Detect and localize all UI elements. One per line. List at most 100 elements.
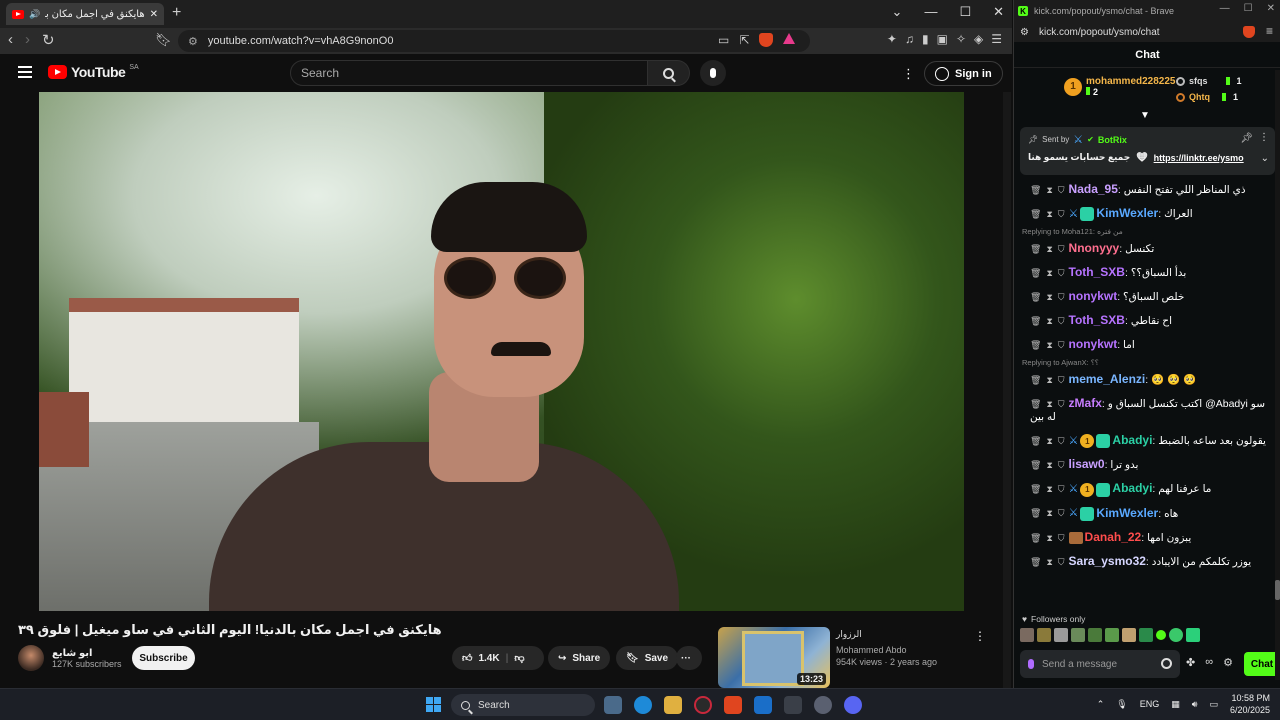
timeout-icon[interactable]: ⧗ xyxy=(1046,315,1052,328)
ban-icon[interactable]: ⛉ xyxy=(1058,507,1065,520)
discord-icon[interactable] xyxy=(844,696,862,714)
timeout-icon[interactable]: ⧗ xyxy=(1046,339,1052,352)
chat-address-bar[interactable]: ⚙︎ kick.com/popout/ysmo/chat ≡ xyxy=(1014,22,1280,42)
timeout-icon[interactable]: ⧗ xyxy=(1046,556,1052,569)
vpn-icon[interactable]: ◈ xyxy=(974,32,983,46)
delete-message-icon[interactable]: 🗑︎ xyxy=(1030,291,1041,304)
chat-message[interactable]: 🗑︎ ⧗ ⛉ nonykwt: اما xyxy=(1014,333,1276,357)
browser-menu-icon[interactable]: ≡ xyxy=(1266,24,1273,38)
minimize-button[interactable]: — xyxy=(924,4,937,20)
leaderboard-user-2[interactable]: sfqs xyxy=(1189,76,1208,86)
chat-message-input[interactable]: Send a message xyxy=(1020,650,1180,678)
forward-icon[interactable]: › xyxy=(25,31,30,49)
ban-icon[interactable]: ⛉ xyxy=(1058,483,1065,496)
speaker-icon[interactable]: 🔊 xyxy=(29,9,40,20)
chat-message[interactable]: 🗑︎ ⧗ ⛉ Nnonyyy: تكنسل xyxy=(1014,237,1276,261)
timeout-icon[interactable]: ⧗ xyxy=(1046,507,1052,520)
pinned-menu-icon[interactable]: ⋮ xyxy=(1259,132,1269,143)
timeout-icon[interactable]: ⧗ xyxy=(1046,243,1052,256)
collapse-leaderboard-icon[interactable]: ▼ xyxy=(1140,110,1150,121)
chat-message[interactable]: 🗑︎ ⧗ ⛉ Sara_ysmo32: يوزر تكلمكم من الايبادد xyxy=(1014,550,1276,574)
chat-message[interactable]: 🗑︎ ⧗ ⛉ lisaw0: بدو ترا xyxy=(1014,453,1276,477)
chat-username[interactable]: nonykwt xyxy=(1069,337,1118,351)
chat-username[interactable]: Danah_22 xyxy=(1085,530,1142,544)
volume-icon[interactable]: 🔊︎ xyxy=(1192,699,1198,710)
timeout-icon[interactable]: ⧗ xyxy=(1046,267,1052,280)
chat-message[interactable]: 🗑︎ ⧗ ⛉ Toth_SXB: اح نقاطي xyxy=(1014,309,1276,333)
tray-overflow-icon[interactable]: ⌃ xyxy=(1097,699,1105,710)
emote-11[interactable] xyxy=(1186,628,1200,642)
ban-icon[interactable]: ⛉ xyxy=(1058,291,1065,304)
close-window-button[interactable]: ✕ xyxy=(1267,3,1275,14)
reply-context[interactable]: Replying to Moha121: من فتره xyxy=(1014,226,1276,237)
timeout-icon[interactable]: ⧗ xyxy=(1046,483,1052,496)
edge-icon[interactable] xyxy=(634,696,652,714)
like-count[interactable]: 1.4K xyxy=(478,653,499,664)
delete-message-icon[interactable]: 🗑︎ xyxy=(1030,339,1041,352)
chat-message[interactable]: 🗑︎ ⧗ ⛉ Danah_22: يبزون امها xyxy=(1014,526,1276,550)
ban-icon[interactable]: ⛉ xyxy=(1058,556,1065,569)
subscribe-button[interactable]: Subscribe xyxy=(132,646,195,670)
ban-icon[interactable]: ⛉ xyxy=(1058,398,1065,411)
chat-username[interactable]: lisaw0 xyxy=(1069,457,1105,471)
emote-9[interactable] xyxy=(1156,630,1166,640)
ban-icon[interactable]: ⛉ xyxy=(1058,459,1065,472)
chat-scrollbar-thumb[interactable] xyxy=(1275,580,1280,600)
search-button[interactable] xyxy=(648,60,690,86)
dislike-icon[interactable]: 👎︎ xyxy=(514,652,524,664)
infinity-icon[interactable]: ∞ xyxy=(1205,656,1213,669)
xbox-icon[interactable] xyxy=(784,696,802,714)
chat-username[interactable]: Abadyi xyxy=(1112,433,1152,447)
chat-username[interactable]: Nnonyyy xyxy=(1069,241,1120,255)
chat-username[interactable]: Sara_ysmo32 xyxy=(1069,554,1146,568)
ban-icon[interactable]: ⛉ xyxy=(1058,315,1065,328)
tab-youtube-video[interactable]: 🔊 هايكنق في اجمل مكان بالدنيا! اليوم ✕ xyxy=(6,3,164,25)
timeout-icon[interactable]: ⧗ xyxy=(1046,374,1052,387)
delete-message-icon[interactable]: 🗑︎ xyxy=(1030,435,1041,448)
delete-message-icon[interactable]: 🗑︎ xyxy=(1030,208,1041,221)
chat-message[interactable]: 🗑︎ ⧗ ⛉ ⚔︎ KimWexler: العراك xyxy=(1014,202,1276,226)
timeout-icon[interactable]: ⧗ xyxy=(1046,435,1052,448)
pinned-sender[interactable]: BotRix xyxy=(1098,135,1127,145)
ban-icon[interactable]: ⛉ xyxy=(1058,208,1065,221)
ban-icon[interactable]: ⛉ xyxy=(1058,374,1065,387)
battery-icon[interactable]: ▭ xyxy=(1209,699,1218,710)
timeout-icon[interactable]: ⧗ xyxy=(1046,532,1052,545)
chat-username[interactable]: KimWexler xyxy=(1096,206,1158,220)
brave-taskbar-icon[interactable] xyxy=(724,696,742,714)
related-video[interactable]: 13:23 الرزوار Mohammed Abdo 954K views ·… xyxy=(718,627,998,688)
task-view-icon[interactable] xyxy=(604,696,622,714)
maximize-button[interactable]: ☐ xyxy=(959,4,971,20)
brave-shield-icon[interactable] xyxy=(759,33,774,47)
delete-message-icon[interactable]: 🗑︎ xyxy=(1030,532,1041,545)
delete-message-icon[interactable]: 🗑︎ xyxy=(1030,315,1041,328)
ban-icon[interactable]: ⛉ xyxy=(1058,532,1065,545)
like-icon[interactable]: 👍︎ xyxy=(462,652,472,664)
close-window-button[interactable]: ✕ xyxy=(993,4,1004,20)
timeout-icon[interactable]: ⧗ xyxy=(1046,398,1052,411)
extensions-icon[interactable]: ✦ xyxy=(887,32,897,46)
chat-username[interactable]: Nada_95 xyxy=(1069,182,1118,196)
bookmark-icon[interactable]: 🔖︎ xyxy=(155,32,172,48)
brave-rewards-icon[interactable] xyxy=(783,33,796,44)
chat-message[interactable]: 🗑︎ ⧗ ⛉ meme_Alenzi: 🥺 🥺 🥺 xyxy=(1014,368,1276,392)
emote-7[interactable] xyxy=(1122,628,1136,642)
page-scrollbar[interactable] xyxy=(1003,92,1011,688)
share-button[interactable]: ↪ Share xyxy=(548,646,611,670)
youtube-logo[interactable]: YouTube SA xyxy=(48,64,139,80)
ban-icon[interactable]: ⛉ xyxy=(1058,339,1065,352)
more-actions-button[interactable]: ··· xyxy=(676,646,702,670)
emote-1[interactable] xyxy=(1020,628,1034,642)
leo-icon[interactable]: ✧ xyxy=(956,32,966,46)
unpin-icon[interactable]: 📌︎ xyxy=(1240,133,1253,144)
channel-name[interactable]: ابو شايع xyxy=(52,648,122,659)
related-menu-icon[interactable]: ⋮ xyxy=(974,629,986,643)
save-button[interactable]: 🔖︎ Save xyxy=(616,646,679,670)
expand-pinned-icon[interactable]: ⌄ xyxy=(1261,153,1269,164)
site-info-icon[interactable]: ⚙︎ xyxy=(1020,27,1029,38)
ban-icon[interactable]: ⛉ xyxy=(1058,435,1065,448)
chat-scrollbar[interactable] xyxy=(1275,70,1280,680)
search-input[interactable]: Search xyxy=(290,60,648,86)
delete-message-icon[interactable]: 🗑︎ xyxy=(1030,267,1041,280)
pinned-link[interactable]: https://linktr.ee/ysmo xyxy=(1154,153,1244,163)
